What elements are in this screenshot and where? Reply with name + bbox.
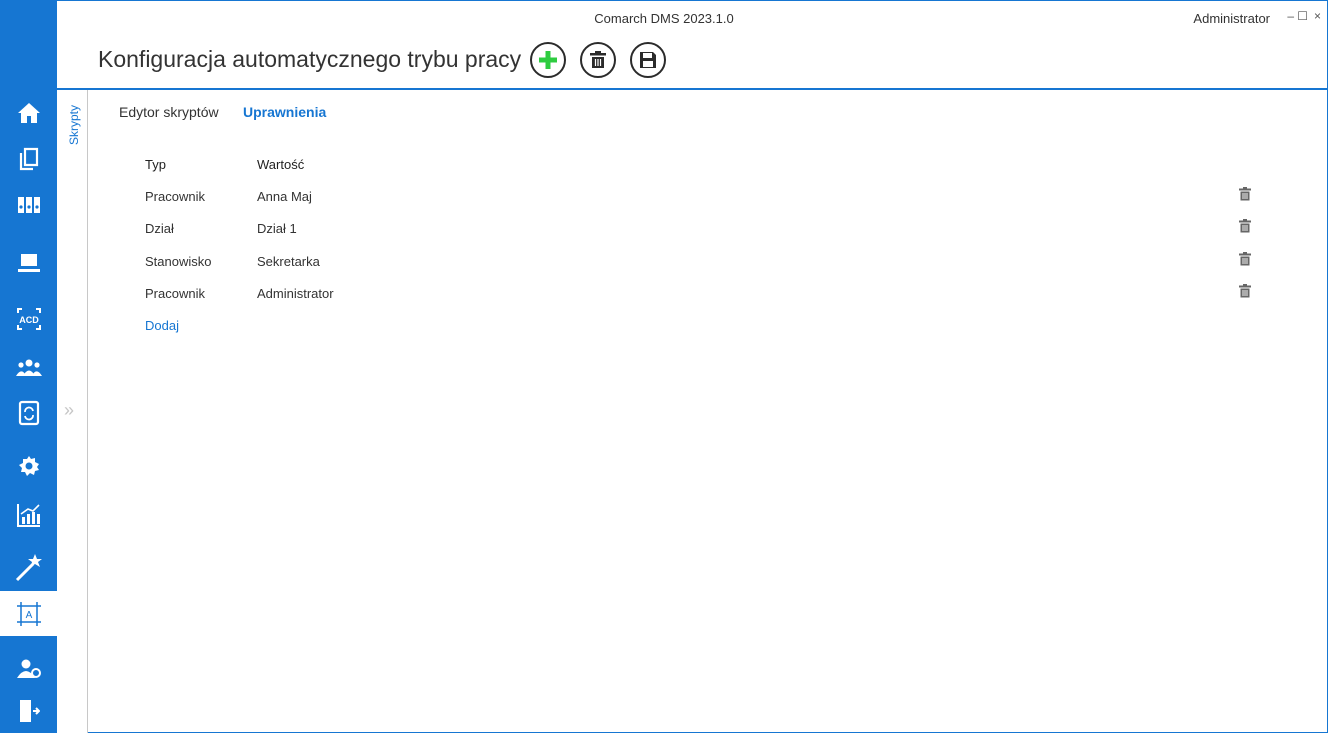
add-button[interactable] bbox=[530, 42, 566, 78]
delete-button[interactable] bbox=[580, 42, 616, 78]
reports-icon[interactable] bbox=[0, 492, 57, 537]
floppy-disk-icon bbox=[640, 52, 656, 68]
page-title: Konfiguracja automatycznego trybu pracy bbox=[98, 46, 522, 72]
delete-row-icon[interactable] bbox=[1239, 187, 1251, 201]
cell-wartosc: Dział 1 bbox=[257, 221, 297, 236]
column-header-typ: Typ bbox=[145, 157, 166, 172]
cell-typ: Dział bbox=[145, 221, 174, 236]
home-icon[interactable] bbox=[0, 90, 57, 135]
svg-text:A: A bbox=[25, 610, 32, 621]
table-row: Pracownik Anna Maj bbox=[145, 187, 1255, 213]
user-settings-icon[interactable] bbox=[0, 646, 57, 691]
ocr-icon[interactable]: ACD bbox=[0, 296, 57, 341]
cell-typ: Stanowisko bbox=[145, 254, 212, 269]
workstation-icon[interactable] bbox=[0, 240, 57, 285]
expand-panel-button[interactable]: » bbox=[64, 400, 74, 421]
settings-icon[interactable] bbox=[0, 443, 57, 488]
content-top-border bbox=[57, 88, 1327, 90]
logout-icon[interactable] bbox=[0, 688, 57, 733]
plus-icon bbox=[539, 51, 557, 69]
add-permission-link[interactable]: Dodaj bbox=[145, 318, 179, 333]
delete-row-icon[interactable] bbox=[1239, 252, 1251, 266]
users-icon[interactable] bbox=[0, 344, 57, 389]
designer-icon[interactable]: A bbox=[0, 591, 57, 636]
maximize-button[interactable]: ☐ bbox=[1297, 9, 1308, 23]
user-name[interactable]: Administrator bbox=[1193, 11, 1270, 26]
save-button[interactable] bbox=[630, 42, 666, 78]
cell-typ: Pracownik bbox=[145, 189, 205, 204]
binders-icon[interactable] bbox=[0, 182, 57, 227]
trash-icon bbox=[590, 51, 606, 68]
magic-wand-icon[interactable] bbox=[0, 544, 57, 589]
column-header-wartosc: Wartość bbox=[257, 157, 305, 172]
delete-row-icon[interactable] bbox=[1239, 284, 1251, 298]
tab-edytor-skryptow[interactable]: Edytor skryptów bbox=[119, 104, 219, 120]
side-panel-tab-skrypty[interactable]: Skrypty bbox=[64, 97, 82, 157]
window-top-border bbox=[57, 0, 1328, 1]
table-row: Dział Dział 1 bbox=[145, 219, 1255, 245]
document-sync-icon[interactable] bbox=[0, 390, 57, 435]
svg-text:ACD: ACD bbox=[19, 315, 39, 325]
cell-wartosc: Sekretarka bbox=[257, 254, 320, 269]
documents-icon[interactable] bbox=[0, 136, 57, 181]
table-row: Pracownik Administrator bbox=[145, 284, 1255, 310]
minimize-button[interactable]: – bbox=[1287, 9, 1294, 23]
app-title: Comarch DMS 2023.1.0 bbox=[594, 11, 734, 26]
cell-typ: Pracownik bbox=[145, 286, 205, 301]
delete-row-icon[interactable] bbox=[1239, 219, 1251, 233]
side-panel-label: Skrypty bbox=[67, 104, 81, 145]
left-nav-bar: ACD A bbox=[0, 0, 57, 733]
side-panel bbox=[57, 90, 88, 733]
tab-uprawnienia[interactable]: Uprawnienia bbox=[243, 104, 326, 120]
cell-wartosc: Anna Maj bbox=[257, 189, 312, 204]
close-button[interactable]: × bbox=[1314, 9, 1321, 23]
cell-wartosc: Administrator bbox=[257, 286, 334, 301]
table-row: Stanowisko Sekretarka bbox=[145, 252, 1255, 278]
